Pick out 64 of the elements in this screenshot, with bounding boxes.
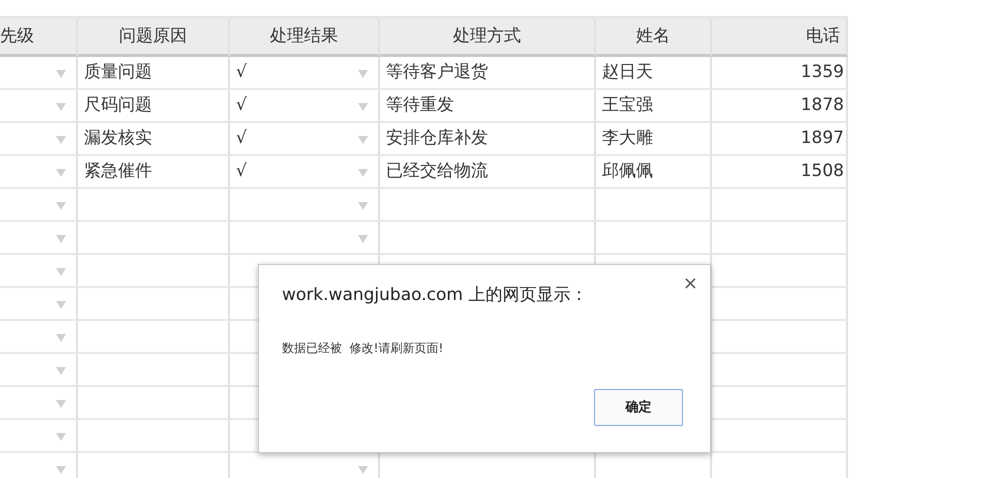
dropdown-cell[interactable] [0, 189, 78, 222]
dropdown-cell[interactable] [0, 156, 78, 189]
table-cell: 等待客户退货 [380, 57, 596, 90]
column-header[interactable]: 先级 [0, 19, 78, 57]
table-cell: 漏发核实 [78, 123, 230, 156]
column-header[interactable]: 问题原因 [78, 19, 230, 57]
table-cell: 1508 [712, 156, 848, 189]
dropdown-cell[interactable]: √ [230, 156, 380, 189]
dropdown-arrow-icon[interactable] [56, 301, 66, 309]
dropdown-arrow-icon[interactable] [56, 235, 66, 243]
dialog-message: 数据已经被 修改!请刷新页面! [282, 340, 444, 357]
table-cell: 安排仓库补发 [380, 123, 596, 156]
dropdown-arrow-icon[interactable] [56, 367, 66, 375]
dropdown-arrow-icon[interactable] [56, 433, 66, 441]
dropdown-cell[interactable] [0, 288, 78, 321]
dropdown-arrow-icon[interactable] [56, 70, 66, 78]
dropdown-arrow-icon[interactable] [56, 169, 66, 177]
dropdown-arrow-icon[interactable] [56, 103, 66, 111]
dropdown-cell[interactable] [0, 354, 78, 387]
column-header[interactable]: 处理方式 [380, 19, 596, 57]
table-cell: 王宝强 [596, 90, 712, 123]
dropdown-cell[interactable]: √ [230, 90, 380, 123]
dropdown-arrow-icon[interactable] [358, 136, 368, 144]
dropdown-cell[interactable] [0, 420, 78, 453]
table-cell: 1359 [712, 57, 848, 90]
dropdown-cell[interactable]: √ [230, 123, 380, 156]
column-header[interactable]: 姓名 [596, 19, 712, 57]
dropdown-cell[interactable] [0, 387, 78, 420]
dropdown-arrow-icon[interactable] [358, 202, 368, 210]
dropdown-cell[interactable] [230, 189, 380, 222]
column-header[interactable]: 处理结果 [230, 19, 380, 57]
column-header[interactable]: 电话 [712, 19, 848, 57]
dropdown-arrow-icon[interactable] [56, 466, 66, 474]
dropdown-arrow-icon[interactable] [56, 136, 66, 144]
table-cell: 紧急催件 [78, 156, 230, 189]
table-cell: 已经交给物流 [380, 156, 596, 189]
table-cell: 邱佩佩 [596, 156, 712, 189]
dropdown-arrow-icon[interactable] [56, 334, 66, 342]
dropdown-cell[interactable]: √ [230, 57, 380, 90]
dropdown-arrow-icon[interactable] [358, 466, 368, 474]
dropdown-cell[interactable] [0, 123, 78, 156]
dropdown-arrow-icon[interactable] [358, 235, 368, 243]
dropdown-arrow-icon[interactable] [56, 268, 66, 276]
dropdown-arrow-icon[interactable] [358, 103, 368, 111]
table-cell: 尺码问题 [78, 90, 230, 123]
ok-button[interactable]: 确定 [594, 389, 683, 426]
dropdown-cell[interactable] [0, 90, 78, 123]
dropdown-cell[interactable] [230, 222, 380, 255]
dropdown-cell[interactable] [0, 222, 78, 255]
table-cell: 等待重发 [380, 90, 596, 123]
dropdown-cell[interactable] [0, 321, 78, 354]
table-cell: 李大雕 [596, 123, 712, 156]
table-cell: 1878 [712, 90, 848, 123]
dropdown-arrow-icon[interactable] [358, 169, 368, 177]
close-button[interactable]: × [680, 273, 700, 295]
table-cell: 质量问题 [78, 57, 230, 90]
dropdown-arrow-icon[interactable] [56, 202, 66, 210]
table-cell: 1897 [712, 123, 848, 156]
dropdown-cell[interactable] [0, 255, 78, 288]
dialog-title: work.wangjubao.com 上的网页显示： [282, 284, 588, 307]
dropdown-cell[interactable] [0, 57, 78, 90]
table-cell: 赵日天 [596, 57, 712, 90]
dropdown-arrow-icon[interactable] [56, 400, 66, 408]
dropdown-arrow-icon[interactable] [358, 70, 368, 78]
